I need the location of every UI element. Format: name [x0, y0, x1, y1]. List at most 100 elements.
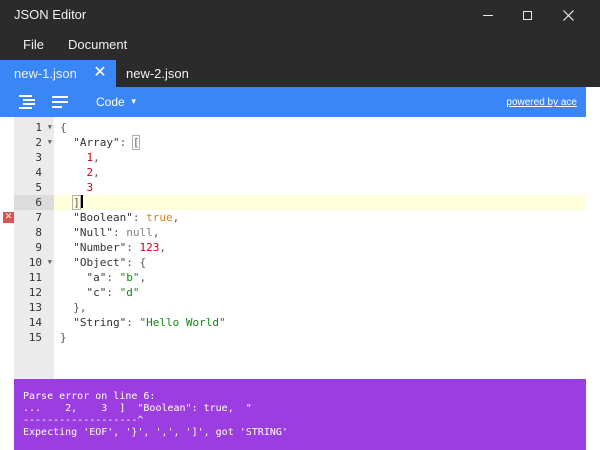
gutter-line: 10 ▼ — [14, 255, 54, 270]
gutter-line: 12 — [14, 285, 54, 300]
code-token: : — [132, 211, 147, 224]
code-token: : — [106, 286, 120, 299]
line-number: 7 — [35, 211, 42, 224]
error-expecting-line: Expecting 'EOF', '}', ',', ']', got 'STR… — [23, 427, 288, 438]
line-number: 10 — [28, 256, 42, 269]
tab-new-2-json[interactable]: new-2.json — [126, 60, 189, 87]
code-token: "Boolean" — [73, 211, 133, 224]
compact-icon[interactable] — [52, 94, 70, 110]
line-number: 8 — [35, 226, 42, 239]
code-token: , — [93, 166, 100, 179]
line-number: 3 — [35, 151, 42, 164]
code-token: : — [113, 226, 127, 239]
menu-document[interactable]: Document — [68, 37, 127, 52]
chevron-down-icon: ▼ — [129, 97, 138, 106]
code-line[interactable]: "a": "b", — [54, 270, 586, 285]
line-number: 4 — [35, 166, 42, 179]
line-number: 2 — [35, 136, 42, 149]
code-token: { — [60, 121, 67, 134]
maximize-icon — [522, 10, 532, 20]
tab-label: new-2.json — [126, 66, 189, 81]
code-line[interactable]: 3 — [54, 180, 586, 195]
code-token: "Array" — [73, 136, 120, 149]
close-window-button[interactable] — [548, 0, 588, 30]
minimize-button[interactable] — [468, 0, 508, 30]
code-token: "a" — [86, 271, 107, 284]
code-line[interactable]: { — [54, 120, 586, 135]
code-token: "Null" — [73, 226, 113, 239]
code-token: "String" — [73, 316, 127, 329]
code-line[interactable]: "String": "Hello World" — [54, 315, 586, 330]
code-line[interactable]: 1, — [54, 150, 586, 165]
code-token: , — [139, 271, 147, 284]
code-line[interactable]: "Boolean": true, — [54, 210, 586, 225]
code-line[interactable]: } — [54, 330, 586, 345]
fold-arrow-icon[interactable]: ▼ — [48, 255, 52, 270]
menu-bar: File Document — [0, 30, 600, 60]
tab-new-1-json[interactable]: new-1.json ✕ — [0, 60, 116, 87]
code-token: "d" — [119, 286, 140, 299]
code-token: 123 — [139, 241, 160, 254]
powered-by-ace-link[interactable]: powered by ace — [506, 97, 577, 108]
parse-error-panel: Parse error on line 6: ... 2, 3 ] "Boole… — [14, 379, 586, 450]
code-token: } — [60, 331, 67, 344]
code-token: : { — [126, 256, 147, 269]
code-line[interactable]: "c": "d" — [54, 285, 586, 300]
code-line[interactable]: "Number": 123, — [54, 240, 586, 255]
line-number: 5 — [35, 181, 42, 194]
gutter-line: 8 — [14, 225, 54, 240]
code-token: "Hello World" — [139, 316, 226, 329]
line-number: 13 — [28, 301, 42, 314]
code-text-area[interactable]: { "Array": [ 1, 2, 3 ] "Boolean": true, … — [54, 117, 586, 379]
error-message-line: Parse error on line 6: — [23, 391, 156, 402]
error-context-line: ... 2, 3 ] "Boolean": true, " — [23, 403, 252, 414]
close-icon — [562, 9, 574, 21]
code-line[interactable]: }, — [54, 300, 586, 315]
line-number: 1 — [35, 121, 42, 134]
code-editor[interactable]: 1 ▼ 2 ▼ 3 4 5 6 7 ✕ 8 9 10 ▼ 11 12 13 14 15 { "Array": [ 1… — [3, 117, 586, 379]
line-number: 15 — [28, 331, 42, 344]
code-token: [ — [131, 135, 141, 150]
code-token: : — [126, 241, 140, 254]
code-token: 3 — [86, 181, 94, 194]
code-line[interactable]: ] — [54, 195, 586, 210]
fold-arrow-icon[interactable]: ▼ — [48, 120, 52, 135]
error-marker-icon[interactable]: ✕ — [3, 212, 14, 223]
json-editor-window: JSON Editor File Document new-1.json ✕ n… — [0, 0, 600, 450]
code-line[interactable]: "Object": { — [54, 255, 586, 270]
code-line[interactable]: "Null": null, — [54, 225, 586, 240]
menu-file[interactable]: File — [23, 37, 44, 52]
mode-select[interactable]: Code ▼ — [96, 95, 138, 109]
line-number-gutter: 1 ▼ 2 ▼ 3 4 5 6 7 ✕ 8 9 10 ▼ 11 12 13 14 15 — [3, 117, 54, 379]
fold-arrow-icon[interactable]: ▼ — [48, 135, 52, 150]
gutter-line: 6 — [14, 195, 54, 210]
mode-label: Code — [96, 95, 125, 109]
tab-close-icon[interactable]: ✕ — [92, 64, 108, 82]
error-pointer-line: -------------------^ — [23, 415, 144, 426]
title-bar[interactable]: JSON Editor — [0, 0, 600, 30]
gutter-line: 4 — [14, 165, 54, 180]
code-token: , — [159, 241, 166, 254]
maximize-button[interactable] — [507, 0, 547, 30]
code-line[interactable]: "Array": [ — [54, 135, 586, 150]
line-number: 14 — [28, 316, 42, 329]
format-icon[interactable] — [19, 94, 37, 110]
gutter-line: 3 — [14, 150, 54, 165]
code-token: "Number" — [73, 241, 127, 254]
code-token: : — [119, 136, 133, 149]
tab-label: new-1.json — [14, 66, 77, 81]
code-token: , — [152, 226, 160, 239]
code-token: : — [126, 316, 140, 329]
code-line[interactable]: 2, — [54, 165, 586, 180]
line-number: 9 — [35, 241, 42, 254]
gutter-line: 7 ✕ — [3, 210, 54, 225]
